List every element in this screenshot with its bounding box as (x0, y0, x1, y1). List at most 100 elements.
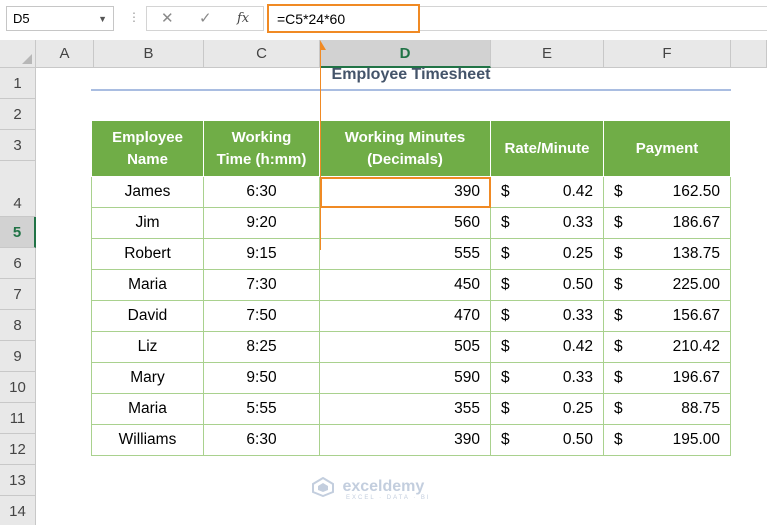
rate-cell[interactable]: $0.33 (490, 362, 604, 394)
row-header-14[interactable]: 14 (0, 496, 36, 525)
payment-cell[interactable]: $196.67 (603, 362, 731, 394)
working-time-cell[interactable]: 7:30 (203, 269, 320, 301)
table-row: Mary 9:50 590 $0.33 $196.67 (91, 362, 731, 394)
cancel-icon[interactable]: ✕ (161, 9, 174, 27)
rate-value: 0.50 (562, 431, 593, 448)
rate-cell[interactable]: $0.25 (490, 393, 604, 425)
row-header-4[interactable]: 4 (0, 161, 36, 217)
rate-cell[interactable]: $0.50 (490, 424, 604, 456)
payment-cell[interactable]: $162.50 (603, 176, 731, 208)
employee-name-cell[interactable]: David (91, 300, 204, 332)
table-row: Maria 5:55 355 $0.25 $88.75 (91, 393, 731, 425)
payment-value: 210.42 (672, 338, 720, 355)
rate-value: 0.42 (562, 338, 593, 355)
insert-function-icon[interactable]: fx (237, 11, 249, 26)
row-header-7[interactable]: 7 (0, 279, 36, 310)
row-header-9[interactable]: 9 (0, 341, 36, 372)
currency-symbol: $ (501, 369, 510, 386)
employee-name-cell[interactable]: Williams (91, 424, 204, 456)
payment-cell[interactable]: $186.67 (603, 207, 731, 239)
payment-value: 186.67 (672, 214, 720, 231)
select-all-button[interactable] (0, 40, 36, 68)
working-minutes-cell[interactable]: 560 (319, 207, 491, 239)
working-minutes-cell[interactable]: 390 (319, 424, 491, 456)
title-underline (91, 89, 731, 91)
row-header-10[interactable]: 10 (0, 372, 36, 403)
payment-cell[interactable]: $225.00 (603, 269, 731, 301)
working-time-cell[interactable]: 9:15 (203, 238, 320, 270)
employee-name-cell[interactable]: Maria (91, 269, 204, 301)
payment-cell[interactable]: $88.75 (603, 393, 731, 425)
employee-name-cell[interactable]: Mary (91, 362, 204, 394)
currency-symbol: $ (501, 245, 510, 262)
payment-cell[interactable]: $156.67 (603, 300, 731, 332)
employee-name-cell[interactable]: Maria (91, 393, 204, 425)
table-row: Maria 7:30 450 $0.50 $225.00 (91, 269, 731, 301)
working-minutes-cell[interactable]: 450 (319, 269, 491, 301)
rate-cell[interactable]: $0.42 (490, 331, 604, 363)
employee-name-cell[interactable]: Liz (91, 331, 204, 363)
chevron-down-icon[interactable]: ▼ (98, 14, 107, 24)
active-cell-d5[interactable]: 390 (319, 176, 491, 208)
rate-cell[interactable]: $0.50 (490, 269, 604, 301)
rate-cell[interactable]: $0.33 (490, 207, 604, 239)
enter-icon[interactable]: ✓ (199, 9, 212, 27)
row-header-11[interactable]: 11 (0, 403, 36, 434)
row-header-1[interactable]: 1 (0, 68, 36, 99)
watermark-tagline: EXCEL · DATA · BI (346, 495, 431, 501)
working-time-cell[interactable]: 6:30 (203, 176, 320, 208)
header-payment[interactable]: Payment (603, 120, 731, 177)
rate-cell[interactable]: $0.25 (490, 238, 604, 270)
header-working-time[interactable]: Working Time (h:mm) (203, 120, 320, 177)
rate-cell[interactable]: $0.33 (490, 300, 604, 332)
row-header-3[interactable]: 3 (0, 130, 36, 161)
header-rate-per-minute[interactable]: Rate/Minute (490, 120, 604, 177)
payment-cell[interactable]: $195.00 (603, 424, 731, 456)
currency-symbol: $ (614, 431, 623, 448)
employee-name-cell[interactable]: Jim (91, 207, 204, 239)
table-row: Liz 8:25 505 $0.42 $210.42 (91, 331, 731, 363)
row-header-13[interactable]: 13 (0, 465, 36, 496)
currency-symbol: $ (501, 338, 510, 355)
column-header-extra[interactable] (731, 40, 767, 68)
working-time-cell[interactable]: 8:25 (203, 331, 320, 363)
exceldemy-logo-icon (312, 477, 334, 497)
payment-cell[interactable]: $210.42 (603, 331, 731, 363)
working-minutes-cell[interactable]: 505 (319, 331, 491, 363)
header-working-minutes[interactable]: Working Minutes (Decimals) (319, 120, 491, 177)
row-header-6[interactable]: 6 (0, 248, 36, 279)
employee-name-cell[interactable]: Robert (91, 238, 204, 270)
row-header-2[interactable]: 2 (0, 99, 36, 130)
working-time-cell[interactable]: 6:30 (203, 424, 320, 456)
header-employee-name[interactable]: Employee Name (91, 120, 204, 177)
table-row: David 7:50 470 $0.33 $156.67 (91, 300, 731, 332)
row-header-12[interactable]: 12 (0, 434, 36, 465)
formula-bar: D5 ▼ ⋮ ✕ ✓ fx =C5*24*60 (0, 0, 767, 40)
currency-symbol: $ (501, 400, 510, 417)
rate-value: 0.33 (562, 214, 593, 231)
currency-symbol: $ (501, 307, 510, 324)
formula-input-extension[interactable] (420, 6, 767, 31)
formula-input[interactable]: =C5*24*60 (267, 4, 420, 33)
rate-cell[interactable]: $0.42 (490, 176, 604, 208)
working-time-cell[interactable]: 5:55 (203, 393, 320, 425)
working-time-cell[interactable]: 9:50 (203, 362, 320, 394)
working-minutes-cell[interactable]: 555 (319, 238, 491, 270)
sheet-title[interactable]: Employee Timesheet (91, 60, 731, 90)
payment-value: 162.50 (672, 183, 720, 200)
working-time-cell[interactable]: 9:20 (203, 207, 320, 239)
column-header-a[interactable]: A (36, 40, 94, 68)
currency-symbol: $ (501, 431, 510, 448)
working-minutes-cell[interactable]: 355 (319, 393, 491, 425)
working-minutes-cell[interactable]: 470 (319, 300, 491, 332)
row-header-5[interactable]: 5 (0, 217, 36, 248)
row-header-8[interactable]: 8 (0, 310, 36, 341)
payment-value: 156.67 (672, 307, 720, 324)
table-row: James 6:30 390 $0.42 $162.50 (91, 176, 731, 208)
payment-cell[interactable]: $138.75 (603, 238, 731, 270)
working-minutes-cell[interactable]: 590 (319, 362, 491, 394)
employee-name-cell[interactable]: James (91, 176, 204, 208)
working-time-cell[interactable]: 7:50 (203, 300, 320, 332)
currency-symbol: $ (614, 276, 623, 293)
name-box[interactable]: D5 ▼ (6, 6, 114, 31)
